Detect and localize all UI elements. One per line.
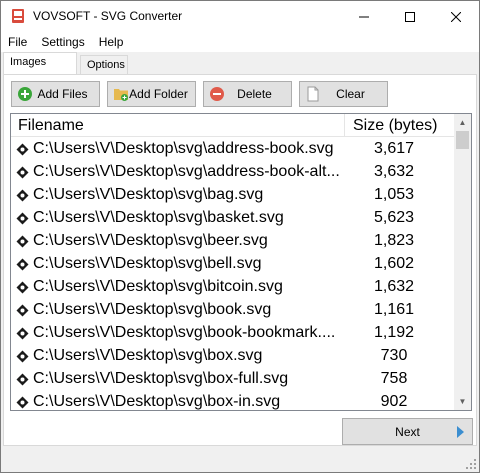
svg-file-icon [16,281,29,294]
svg-file-icon [16,327,29,340]
row-size: 3,632 [373,163,415,180]
scrollbar-thumb[interactable] [456,131,469,149]
row-size: 1,602 [373,255,415,272]
row-filename: C:\Users\V\Desktop\svg\bell.svg [33,255,262,272]
file-rows: C:\Users\V\Desktop\svg\address-book.svg 3… [11,138,454,410]
add-folder-button[interactable]: Add Folder [107,81,196,107]
row-size: 1,632 [373,278,415,295]
row-filename: C:\Users\V\Desktop\svg\box.svg [33,347,263,364]
svg-file-icon [16,373,29,386]
table-row[interactable]: C:\Users\V\Desktop\svg\book.svg 1,161 [11,299,454,322]
app-logo-icon [10,8,26,24]
table-row[interactable]: C:\Users\V\Desktop\svg\address-book-alt.… [11,161,454,184]
column-header-size[interactable]: Size (bytes) [344,114,449,137]
svg-file-icon [16,189,29,202]
row-filename: C:\Users\V\Desktop\svg\beer.svg [33,232,268,249]
row-size: 5,623 [373,209,415,226]
images-panel: Add Files Add Folder Delete Clear Filena… [3,74,477,446]
svg-file-icon [16,304,29,317]
maximize-button[interactable] [387,1,433,32]
close-button[interactable] [433,1,479,32]
row-size: 730 [380,347,408,364]
svg-file-icon [16,235,29,248]
row-filename: C:\Users\V\Desktop\svg\bag.svg [33,186,264,203]
table-row[interactable]: C:\Users\V\Desktop\svg\bitcoin.svg 1,632 [11,276,454,299]
svg-file-icon [16,350,29,363]
svg-file-icon [16,258,29,271]
table-row[interactable]: C:\Users\V\Desktop\svg\bag.svg 1,053 [11,184,454,207]
scroll-up-icon[interactable]: ▲ [454,114,471,131]
clear-button[interactable]: Clear [299,81,388,107]
next-label: Next [395,424,420,439]
row-filename: C:\Users\V\Desktop\svg\box-full.svg [33,370,289,387]
row-filename: C:\Users\V\Desktop\svg\box-in.svg [33,393,281,410]
next-button[interactable]: Next [342,418,473,445]
delete-button[interactable]: Delete [203,81,292,107]
minimize-button[interactable] [341,1,387,32]
title-bar[interactable]: VOVSOFT - SVG Converter [1,1,479,32]
svg-file-icon [16,396,29,409]
app-window: VOVSOFT - SVG Converter File Settings He… [0,0,480,473]
vertical-scrollbar[interactable]: ▲ ▼ [454,114,471,410]
row-filename: C:\Users\V\Desktop\svg\book-bookmark.... [33,324,336,341]
table-row[interactable]: C:\Users\V\Desktop\svg\box.svg 730 [11,345,454,368]
arrow-right-icon [457,426,464,438]
row-size: 758 [380,370,408,387]
row-size: 1,823 [373,232,415,249]
svg-file-icon [16,212,29,225]
delete-label: Delete [237,87,272,101]
row-size: 1,192 [373,324,415,341]
tab-options[interactable]: Options [80,55,128,74]
resize-grip-icon[interactable] [465,458,477,470]
row-filename: C:\Users\V\Desktop\svg\book.svg [33,301,272,318]
table-row[interactable]: C:\Users\V\Desktop\svg\book-bookmark....… [11,322,454,345]
row-size: 1,161 [373,301,415,318]
row-filename: C:\Users\V\Desktop\svg\bitcoin.svg [33,278,283,295]
add-files-button[interactable]: Add Files [11,81,100,107]
menu-settings[interactable]: Settings [34,35,91,49]
row-filename: C:\Users\V\Desktop\svg\address-book.svg [33,140,334,157]
table-row[interactable]: C:\Users\V\Desktop\svg\box-in.svg 902 [11,391,454,410]
table-row[interactable]: C:\Users\V\Desktop\svg\basket.svg 5,623 [11,207,454,230]
clear-label: Clear [336,87,365,101]
row-size: 1,053 [373,186,415,203]
list-header: Filename Size (bytes) [11,114,454,137]
table-row[interactable]: C:\Users\V\Desktop\svg\address-book.svg 3… [11,138,454,161]
svg-file-icon [16,143,29,156]
scroll-down-icon[interactable]: ▼ [454,393,471,410]
window-title: VOVSOFT - SVG Converter [33,9,183,23]
tab-images[interactable]: Images [169] [3,52,77,86]
row-filename: C:\Users\V\Desktop\svg\basket.svg [33,209,284,226]
menu-file[interactable]: File [1,35,34,49]
menu-help[interactable]: Help [92,35,131,49]
menu-bar: File Settings Help [1,32,479,52]
row-size: 3,617 [373,140,415,157]
column-header-filename[interactable]: Filename [18,117,84,135]
svg-file-icon [16,166,29,179]
table-row[interactable]: C:\Users\V\Desktop\svg\bell.svg 1,602 [11,253,454,276]
table-row[interactable]: C:\Users\V\Desktop\svg\beer.svg 1,823 [11,230,454,253]
table-row[interactable]: C:\Users\V\Desktop\svg\box-full.svg 758 [11,368,454,391]
add-folder-label: Add Folder [129,87,188,101]
row-filename: C:\Users\V\Desktop\svg\address-book-alt.… [33,163,340,180]
file-list[interactable]: Filename Size (bytes) C:\Users\V\Desktop… [10,113,472,411]
row-size: 902 [380,393,408,410]
add-files-label: Add Files [37,87,88,101]
